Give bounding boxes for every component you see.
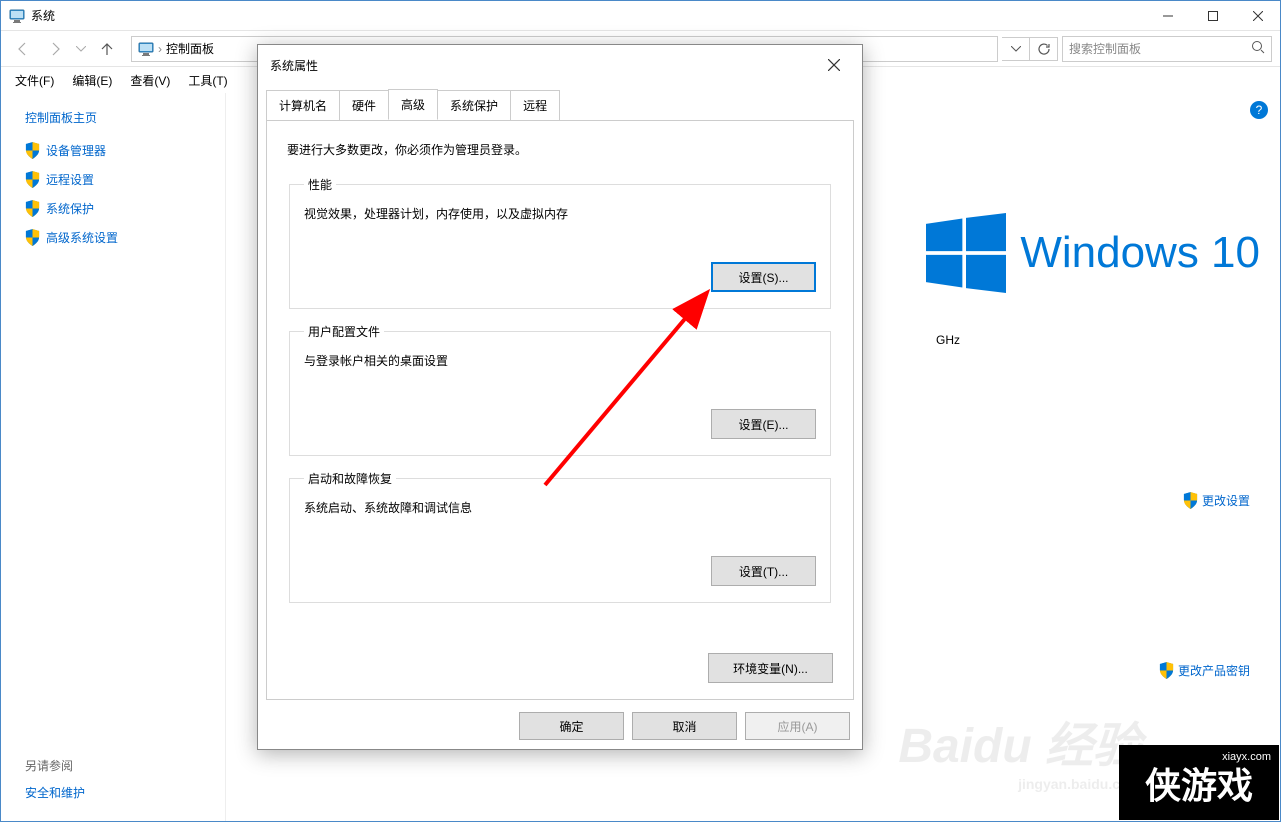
windows-logo-icon [926,213,1006,293]
sidebar-item-remote-settings[interactable]: 远程设置 [25,171,201,188]
forward-arrow-icon [47,41,63,57]
back-button[interactable] [9,35,37,63]
menu-file[interactable]: 文件(F) [7,68,62,93]
shield-icon [25,171,40,188]
performance-legend: 性能 [304,176,336,193]
up-arrow-icon [99,41,115,57]
sidebar-item-label: 设备管理器 [46,142,106,159]
menu-edit[interactable]: 编辑(E) [64,68,120,93]
minimize-button[interactable] [1145,1,1190,30]
forward-button[interactable] [41,35,69,63]
ghz-text: GHz [936,333,960,347]
refresh-icon [1037,42,1051,56]
user-profiles-legend: 用户配置文件 [304,323,384,340]
recent-dropdown[interactable] [73,35,89,63]
performance-group: 性能 视觉效果，处理器计划，内存使用，以及虚拟内存 设置(S)... [289,176,831,309]
tab-hardware[interactable]: 硬件 [339,90,389,121]
user-profiles-group: 用户配置文件 与登录帐户相关的桌面设置 设置(E)... [289,323,831,456]
titlebar: 系统 [1,1,1280,31]
dialog-title: 系统属性 [270,57,818,74]
change-settings-link[interactable]: 更改设置 [1183,492,1250,509]
control-panel-home[interactable]: 控制面板主页 [25,109,201,126]
close-icon [828,59,840,71]
shield-icon [25,142,40,159]
window-title: 系统 [31,7,1145,24]
chevron-down-icon [1011,46,1021,52]
admin-notice: 要进行大多数更改，你必须作为管理员登录。 [287,141,833,158]
change-product-key-link[interactable]: 更改产品密钥 [1159,662,1250,679]
sidebar-item-label: 系统保护 [46,200,94,217]
environment-variables-button[interactable]: 环境变量(N)... [708,653,833,683]
user-profiles-desc: 与登录帐户相关的桌面设置 [304,352,816,369]
close-icon [1253,11,1263,21]
performance-desc: 视觉效果，处理器计划，内存使用，以及虚拟内存 [304,205,816,222]
dialog-titlebar: 系统属性 [258,45,862,85]
menu-view[interactable]: 查看(V) [122,68,178,93]
breadcrumb[interactable]: 控制面板 [166,40,214,57]
sidebar-item-system-protection[interactable]: 系统保护 [25,200,201,217]
monitor-icon [138,41,154,57]
startup-group: 启动和故障恢复 系统启动、系统故障和调试信息 设置(T)... [289,470,831,603]
xiayx-watermark: xiayx.com 侠游戏 [1119,745,1279,820]
back-arrow-icon [15,41,31,57]
sidebar: 控制面板主页 设备管理器 远程设置 系统保护 高级系统设置 另请参阅 安全和维护 [1,93,226,821]
shield-icon [1159,662,1174,679]
sidebar-item-advanced-settings[interactable]: 高级系统设置 [25,229,201,246]
startup-desc: 系统启动、系统故障和调试信息 [304,499,816,516]
windows-logo-area: Windows 10 [926,213,1260,293]
up-button[interactable] [93,35,121,63]
see-also-label: 另请参阅 [25,757,85,774]
chevron-down-icon [76,46,86,52]
shield-icon [1183,492,1198,509]
tab-computer-name[interactable]: 计算机名 [266,90,340,121]
shield-icon [25,229,40,246]
search-icon [1251,40,1265,57]
tab-system-protection[interactable]: 系统保护 [437,90,511,121]
address-dropdown[interactable] [1002,37,1030,61]
system-icon [9,8,25,24]
close-button[interactable] [1235,1,1280,30]
cancel-button[interactable]: 取消 [632,712,737,740]
startup-settings-button[interactable]: 设置(T)... [711,556,816,586]
tab-panel-advanced: 要进行大多数更改，你必须作为管理员登录。 性能 视觉效果，处理器计划，内存使用，… [266,120,854,700]
shield-icon [25,200,40,217]
performance-settings-button[interactable]: 设置(S)... [711,262,816,292]
menu-tools[interactable]: 工具(T) [180,68,235,93]
sidebar-item-label: 远程设置 [46,171,94,188]
maximize-button[interactable] [1190,1,1235,30]
sidebar-item-device-manager[interactable]: 设备管理器 [25,142,201,159]
tab-advanced[interactable]: 高级 [388,89,438,120]
apply-button[interactable]: 应用(A) [745,712,850,740]
dialog-close-button[interactable] [818,49,850,81]
refresh-button[interactable] [1030,37,1058,61]
tab-remote[interactable]: 远程 [510,90,560,121]
security-maintenance-link[interactable]: 安全和维护 [25,786,85,800]
dialog-tabs: 计算机名 硬件 高级 系统保护 远程 [258,89,862,120]
dialog-button-row: 确定 取消 应用(A) [258,700,862,752]
search-box[interactable]: 搜索控制面板 [1062,36,1272,62]
ok-button[interactable]: 确定 [519,712,624,740]
os-name: Windows 10 [1020,228,1260,278]
maximize-icon [1208,11,1218,21]
minimize-icon [1163,11,1173,21]
user-profiles-settings-button[interactable]: 设置(E)... [711,409,816,439]
system-properties-dialog: 系统属性 计算机名 硬件 高级 系统保护 远程 要进行大多数更改，你必须作为管理… [257,44,863,750]
startup-legend: 启动和故障恢复 [304,470,396,487]
search-placeholder: 搜索控制面板 [1069,40,1141,57]
sidebar-item-label: 高级系统设置 [46,229,118,246]
